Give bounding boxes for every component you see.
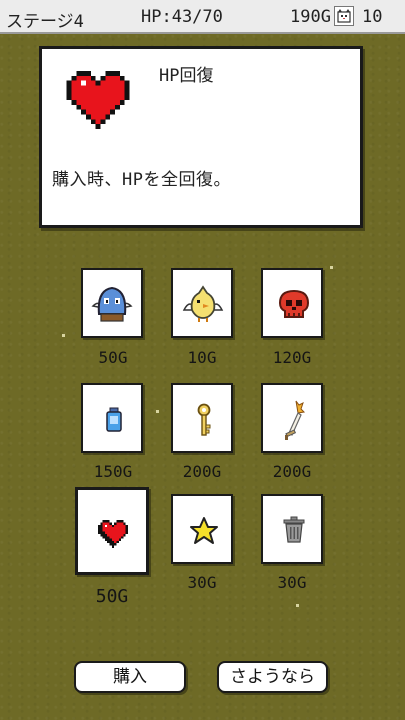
- sparkle: [296, 604, 299, 607]
- price-label: 50G: [98, 348, 128, 367]
- price-label: 30G: [277, 573, 307, 592]
- heart-icon: [66, 71, 130, 129]
- blue-blob-monster-icon: [91, 286, 133, 322]
- status-bar: ステージ4 HP:43/70 190G 10: [0, 0, 405, 34]
- cat-face-icon: [334, 6, 354, 26]
- trash-can-icon: [283, 516, 305, 543]
- yellow-star-icon: [190, 517, 218, 544]
- item-description-panel: HP回復 購入時、HPを全回復。: [39, 46, 363, 228]
- item-title: HP回復: [159, 66, 214, 86]
- selected-card: [75, 487, 149, 575]
- gold-key-icon: [197, 403, 211, 436]
- gold-readout: 190G: [290, 7, 331, 27]
- price-label: 50G: [95, 586, 129, 607]
- sparkle: [62, 334, 65, 337]
- blue-potion-bottle-icon: [106, 407, 122, 432]
- buy-button[interactable]: 購入: [74, 661, 186, 693]
- price-label: 30G: [187, 573, 217, 592]
- price-label: 200G: [182, 462, 222, 481]
- price-label: 150G: [93, 462, 133, 481]
- sparkle: [156, 410, 159, 413]
- lives-count: 10: [362, 7, 383, 27]
- yellow-bird-icon: [182, 285, 224, 322]
- goodbye-button[interactable]: さようなら: [217, 661, 328, 693]
- hp-readout: HP:43/70: [141, 7, 223, 27]
- flaming-sword-icon: [285, 400, 306, 440]
- heart-icon: [98, 520, 128, 548]
- red-skull-icon: [278, 289, 310, 318]
- sparkle: [330, 266, 333, 269]
- price-label: 120G: [272, 348, 312, 367]
- stage-label: ステージ4: [6, 12, 84, 32]
- price-label: 200G: [272, 462, 312, 481]
- item-description-text: 購入時、HPを全回復。: [52, 170, 231, 190]
- price-label: 10G: [187, 348, 217, 367]
